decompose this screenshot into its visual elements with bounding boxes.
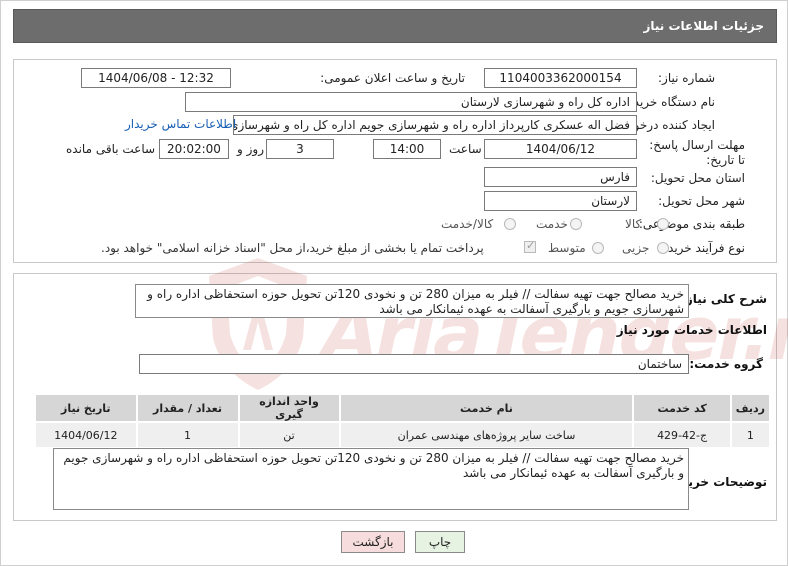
category-option-service: خدمت bbox=[536, 217, 568, 231]
back-button[interactable]: بازگشت bbox=[341, 531, 405, 553]
col-date: تاریخ نیاز bbox=[34, 393, 138, 423]
page-frame: جزئیات اطلاعات نیاز شماره نیاز: 11040033… bbox=[0, 0, 788, 566]
col-qty: تعداد / مقدار bbox=[135, 393, 240, 423]
announce-datetime-field: 1404/06/08 - 12:32 bbox=[81, 68, 231, 88]
need-number-label: شماره نیاز: bbox=[658, 71, 715, 85]
announce-datetime-label: تاریخ و ساعت اعلان عمومی: bbox=[320, 71, 465, 85]
services-section-title: اطلاعات خدمات مورد نیاز bbox=[616, 323, 767, 337]
category-option-goods-service: کالا/خدمت bbox=[441, 217, 494, 231]
process-option-minor: جزیی bbox=[622, 241, 650, 255]
header-bar: جزئیات اطلاعات نیاز bbox=[13, 9, 777, 43]
days-label: روز و bbox=[237, 142, 264, 156]
buyer-contact-link[interactable]: اطلاعات تماس خریدار bbox=[125, 117, 236, 131]
category-label: طبقه بندی موضوعی: bbox=[638, 217, 745, 231]
cell-date: 1404/06/12 bbox=[34, 421, 138, 449]
cell-code: ج-42-429 bbox=[632, 421, 732, 449]
category-radio-service[interactable] bbox=[570, 218, 582, 230]
province-field: فارس bbox=[484, 167, 637, 187]
col-unit: واحد اندازه گیری bbox=[237, 393, 341, 423]
services-table: ردیف کد خدمت نام خدمت واحد اندازه گیری ت… bbox=[34, 393, 772, 449]
cell-row: 1 bbox=[729, 421, 772, 449]
cell-unit: تن bbox=[237, 421, 341, 449]
remaining-time-label: ساعت باقی مانده bbox=[66, 142, 156, 156]
requester-field: فضل اله عسکری کارپرداز اداره راه و شهرسا… bbox=[233, 115, 637, 135]
table-row: 1 ج-42-429 ساخت سایر پروژه‌های مهندسی عم… bbox=[34, 421, 772, 449]
deadline-time-label: ساعت bbox=[449, 142, 482, 156]
cell-name: ساخت سایر پروژه‌های مهندسی عمران bbox=[338, 421, 635, 449]
services-table-header: ردیف کد خدمت نام خدمت واحد اندازه گیری ت… bbox=[34, 393, 772, 423]
province-label: استان محل تحویل: bbox=[650, 171, 745, 185]
remaining-time-field: 20:02:00 bbox=[159, 139, 229, 159]
treasury-payment-note: پرداخت تمام یا بخشی از مبلغ خرید،از محل … bbox=[101, 241, 484, 255]
cell-qty: 1 bbox=[135, 421, 240, 449]
city-label: شهر محل تحویل: bbox=[658, 194, 745, 208]
deadline-date-field: 1404/06/12 bbox=[484, 139, 637, 159]
page-title: جزئیات اطلاعات نیاز bbox=[643, 19, 764, 33]
print-button[interactable]: چاپ bbox=[415, 531, 465, 553]
deadline-label: مهلت ارسال پاسخ: تا تاریخ: bbox=[649, 138, 745, 167]
service-group-field: ساختمان bbox=[139, 354, 689, 374]
buyer-org-field: اداره کل راه و شهرسازی لارستان bbox=[185, 92, 637, 112]
col-name: نام خدمت bbox=[338, 393, 635, 423]
col-row: ردیف bbox=[729, 393, 772, 423]
process-radio-minor[interactable] bbox=[657, 242, 669, 254]
need-number-field: 1104003362000154 bbox=[484, 68, 637, 88]
col-code: کد خدمت bbox=[632, 393, 732, 423]
treasury-payment-checkbox[interactable] bbox=[524, 239, 536, 253]
process-option-medium: متوسط bbox=[548, 241, 586, 255]
process-radio-medium[interactable] bbox=[592, 242, 604, 254]
service-group-label: گروه خدمت: bbox=[689, 357, 763, 371]
city-field: لارستان bbox=[484, 191, 637, 211]
category-radio-goods[interactable] bbox=[657, 218, 669, 230]
deadline-time-field: 14:00 bbox=[373, 139, 441, 159]
process-label: نوع فرآیند خرید : bbox=[660, 241, 745, 255]
category-option-goods: کالا bbox=[625, 217, 642, 231]
summary-label: شرح کلی نیاز: bbox=[681, 292, 767, 306]
category-radio-goods-service[interactable] bbox=[504, 218, 516, 230]
buyer-notes-textarea[interactable]: خرید مصالح جهت تهیه سفالت // فیلر به میز… bbox=[53, 448, 689, 510]
remaining-days-field: 3 bbox=[266, 139, 334, 159]
summary-textarea[interactable]: خرید مصالح جهت تهیه سفالت // فیلر به میز… bbox=[135, 284, 689, 318]
